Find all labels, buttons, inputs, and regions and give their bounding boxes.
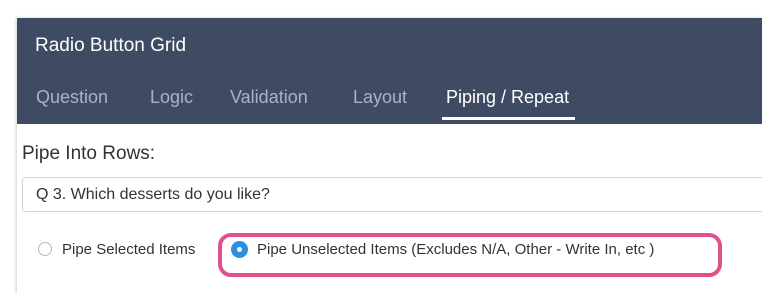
editor-header: Radio Button Grid Question Logic Validat… bbox=[17, 18, 762, 124]
tab-logic[interactable]: Logic bbox=[150, 87, 193, 108]
pipe-unselected-items-label: Pipe Unselected Items (Excludes N/A, Oth… bbox=[257, 240, 655, 258]
source-question-value: Q 3. Which desserts do you like? bbox=[36, 186, 270, 203]
radio-unselected-icon[interactable] bbox=[38, 242, 52, 256]
editor-tabs: Question Logic Validation Layout Piping … bbox=[17, 81, 762, 124]
tab-validation[interactable]: Validation bbox=[230, 87, 308, 108]
tab-question[interactable]: Question bbox=[36, 87, 108, 108]
source-question-select[interactable]: Q 3. Which desserts do you like? bbox=[22, 177, 762, 212]
tab-piping-repeat[interactable]: Piping / Repeat bbox=[441, 87, 576, 120]
pipe-selected-items-option[interactable]: Pipe Selected Items bbox=[38, 238, 195, 260]
radio-selected-icon[interactable] bbox=[231, 240, 248, 258]
tab-layout[interactable]: Layout bbox=[353, 87, 407, 108]
pipe-unselected-items-option[interactable]: Pipe Unselected Items (Excludes N/A, Oth… bbox=[231, 238, 654, 260]
pipe-into-rows-label: Pipe Into Rows: bbox=[22, 143, 156, 164]
pipe-selected-items-label: Pipe Selected Items bbox=[62, 240, 196, 258]
radio-dot bbox=[237, 246, 242, 252]
editor-title: Radio Button Grid bbox=[35, 35, 187, 56]
